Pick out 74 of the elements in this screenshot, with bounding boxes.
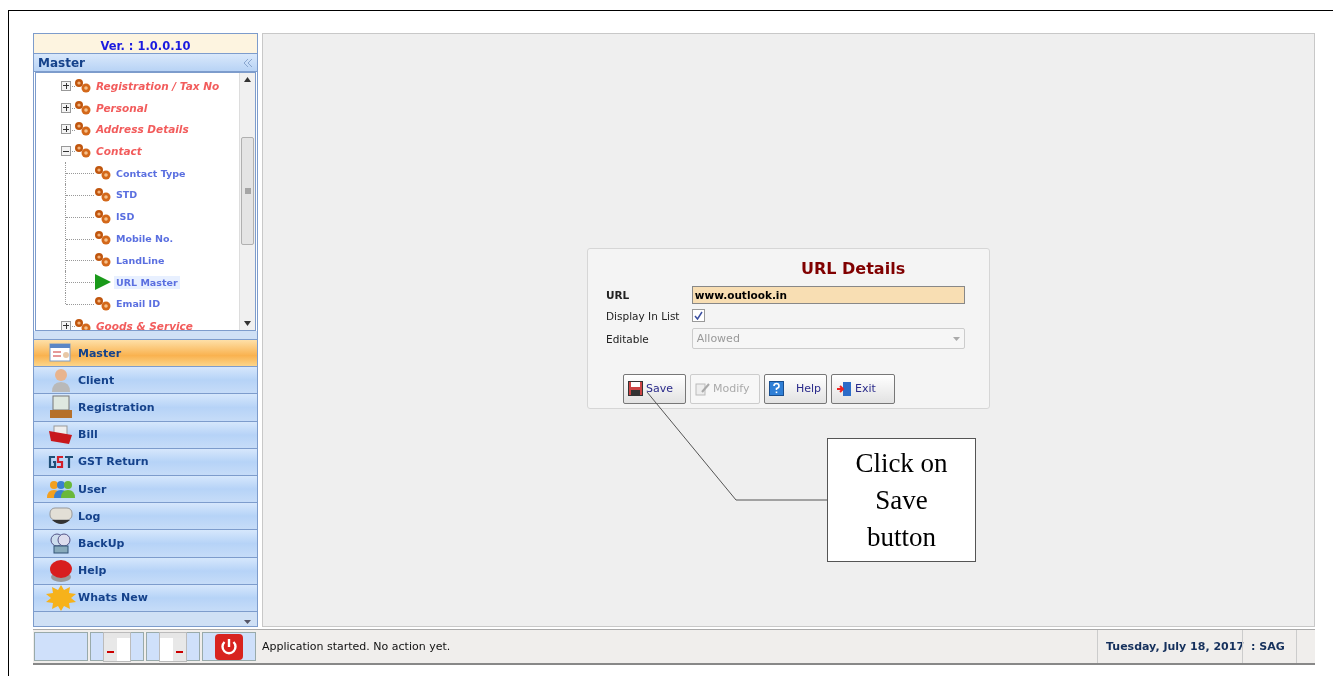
tree-item[interactable]: Contact Type bbox=[114, 166, 188, 180]
play-icon bbox=[94, 274, 112, 291]
checkbox[interactable] bbox=[692, 309, 705, 322]
nav-item[interactable]: Whats New bbox=[34, 584, 257, 612]
tree-item[interactable]: Email ID bbox=[114, 297, 163, 311]
grip-icon bbox=[244, 188, 251, 194]
version-label: Ver. : 1.0.0.10 bbox=[100, 39, 191, 53]
gear-icon bbox=[94, 186, 112, 203]
tree-item[interactable]: URL Master bbox=[114, 275, 180, 289]
help-icon bbox=[769, 381, 784, 396]
tree-group[interactable]: Address Details bbox=[96, 123, 189, 136]
gear-icon bbox=[94, 208, 112, 225]
exit-door-icon bbox=[836, 380, 852, 397]
caret-icon[interactable] bbox=[244, 620, 251, 624]
field-label: Editable bbox=[606, 332, 650, 345]
tree-item[interactable]: STD bbox=[114, 188, 140, 202]
scroll-down-icon[interactable] bbox=[244, 321, 251, 326]
nav-item[interactable]: Registration bbox=[34, 394, 257, 422]
gear-icon bbox=[74, 99, 92, 116]
push-button-icon bbox=[48, 558, 74, 583]
status-message: Application started. No action yet. bbox=[261, 639, 452, 655]
scrollbar[interactable] bbox=[239, 73, 255, 330]
discs-icon bbox=[50, 532, 72, 555]
tree-group[interactable]: Goods & Service bbox=[96, 319, 193, 330]
gear-icon bbox=[74, 77, 92, 94]
gear-icon bbox=[94, 252, 112, 269]
callout-note: Click on Save button bbox=[827, 438, 976, 562]
caret-icon bbox=[953, 336, 960, 341]
users-icon bbox=[46, 480, 76, 499]
power-button[interactable] bbox=[202, 632, 256, 661]
nav-item[interactable]: Client bbox=[34, 367, 257, 395]
field-label: URL bbox=[606, 288, 631, 301]
expand-toggle[interactable] bbox=[61, 320, 71, 330]
tree-item[interactable]: Mobile No. bbox=[114, 231, 176, 245]
status-user: : SAG bbox=[1242, 630, 1296, 663]
action-button[interactable]: Exit bbox=[831, 373, 895, 404]
tree-group[interactable]: Registration / Tax No bbox=[96, 79, 220, 92]
tree-item[interactable]: ISD bbox=[114, 210, 137, 224]
nav-item[interactable]: Master bbox=[34, 340, 257, 368]
action-button[interactable]: Save bbox=[623, 373, 686, 404]
form-icon bbox=[49, 343, 73, 364]
new-badge-icon bbox=[45, 584, 77, 611]
nav-item[interactable]: BackUp bbox=[34, 530, 257, 558]
nav-item[interactable]: Bill bbox=[34, 421, 257, 449]
expand-toggle[interactable] bbox=[61, 80, 71, 91]
edit-icon bbox=[695, 381, 710, 396]
person-icon bbox=[50, 368, 72, 393]
cash-register-icon bbox=[48, 394, 74, 421]
field-label: Display In List bbox=[606, 309, 681, 322]
gear-icon bbox=[74, 143, 92, 160]
scroll-up-icon[interactable] bbox=[244, 77, 251, 82]
status-date: Tuesday, July 18, 2017 bbox=[1097, 630, 1242, 663]
tree-group[interactable]: Contact bbox=[96, 145, 142, 158]
gear-icon bbox=[94, 295, 112, 312]
nav-item[interactable]: GST Return bbox=[34, 448, 257, 476]
form-title: URL Details bbox=[801, 258, 906, 278]
gst-logo-icon bbox=[48, 454, 74, 469]
expand-toggle[interactable] bbox=[61, 102, 71, 113]
nav-item[interactable]: User bbox=[34, 475, 257, 504]
tree-group[interactable]: Personal bbox=[96, 101, 148, 114]
nav-item[interactable]: Help bbox=[34, 557, 257, 585]
action-button[interactable]: Help bbox=[764, 373, 827, 404]
power-icon bbox=[215, 633, 243, 660]
gear-icon bbox=[94, 165, 112, 182]
expand-toggle[interactable] bbox=[61, 124, 71, 135]
disk-drive-icon bbox=[49, 506, 73, 527]
panel-title: Master bbox=[38, 55, 85, 70]
folder-icon bbox=[48, 424, 74, 445]
url-input[interactable]: www.outlook.in bbox=[691, 285, 965, 304]
nav-item[interactable]: Log bbox=[34, 503, 257, 531]
collapse-toggle[interactable] bbox=[61, 146, 71, 157]
gear-icon bbox=[74, 121, 92, 138]
tree-item[interactable]: LandLine bbox=[114, 253, 167, 267]
gear-icon bbox=[94, 230, 112, 247]
